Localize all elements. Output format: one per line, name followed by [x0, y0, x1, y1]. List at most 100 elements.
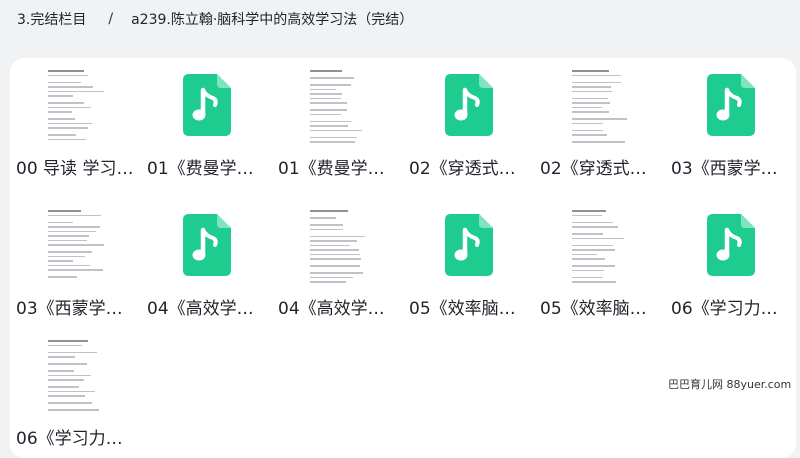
document-text-line	[47, 351, 97, 353]
document-thumbnail	[45, 338, 106, 416]
document-text-line	[47, 111, 72, 113]
file-thumbnail	[272, 198, 403, 286]
document-text-line	[47, 239, 87, 241]
document-text-line	[571, 249, 615, 251]
document-text-line	[47, 374, 91, 376]
breadcrumb-parent-link[interactable]: 3.完结栏目	[17, 9, 86, 29]
file-thumbnail	[141, 198, 272, 284]
file-name: 04《高效学…	[147, 299, 254, 319]
document-file-item[interactable]: 00 导读 学习…	[10, 58, 141, 188]
document-text-line	[309, 210, 348, 212]
document-text-line	[571, 244, 613, 246]
audio-file-item[interactable]: 01《费曼学…	[141, 58, 272, 188]
breadcrumb-separator: /	[108, 11, 114, 27]
document-text-line	[571, 265, 615, 267]
document-text-line	[571, 111, 609, 113]
audio-file-item[interactable]: 05《效率脑…	[403, 198, 534, 328]
document-text-line	[309, 244, 350, 246]
breadcrumb-current: a239.陈立翰·脑科学中的高效学习法（完结）	[131, 12, 414, 28]
document-text-line	[47, 226, 100, 228]
document-text-line	[571, 86, 611, 88]
file-thumbnail	[665, 198, 796, 284]
document-text-line	[47, 395, 85, 397]
audio-file-icon	[706, 74, 755, 136]
document-text-line	[309, 217, 336, 219]
document-file-item[interactable]: 01《费曼学…	[272, 58, 403, 188]
document-text-line	[47, 235, 89, 237]
audio-file-item[interactable]: 02《穿透式…	[403, 58, 534, 188]
document-text-line	[309, 136, 357, 138]
document-file-item[interactable]: 06《学习力…	[10, 328, 141, 458]
document-text-line	[47, 210, 81, 212]
audio-file-item[interactable]: 04《高效学…	[141, 198, 272, 328]
document-text-line	[571, 269, 604, 271]
document-text-line	[47, 90, 104, 92]
watermark-text: 巴巴育儿网 88yuer.com	[668, 378, 792, 391]
document-text-line	[47, 70, 84, 72]
document-text-line	[571, 102, 610, 104]
document-text-line	[571, 141, 625, 143]
document-text-line	[47, 230, 96, 232]
file-name: 02《穿透式…	[409, 159, 516, 179]
document-text-line	[309, 93, 342, 95]
document-text-line	[571, 281, 616, 283]
document-text-line	[309, 113, 341, 115]
document-file-item[interactable]: 02《穿透式…	[534, 58, 665, 188]
audio-file-icon	[182, 214, 231, 276]
document-text-line	[47, 122, 92, 124]
file-name: 06《学习力…	[16, 429, 123, 449]
document-text-line	[309, 70, 342, 72]
document-text-line	[571, 226, 618, 228]
document-text-line	[47, 244, 104, 246]
audio-file-item[interactable]: 06《学习力…	[665, 198, 796, 328]
document-text-line	[309, 125, 348, 127]
document-text-line	[47, 127, 88, 129]
file-thumbnail	[665, 58, 796, 144]
document-text-line	[571, 221, 613, 223]
document-file-item[interactable]: 05《效率脑…	[534, 198, 665, 328]
document-text-line	[309, 276, 353, 278]
document-text-line	[47, 379, 84, 381]
file-name: 01《费曼学…	[278, 159, 385, 179]
file-thumbnail	[10, 328, 141, 416]
document-text-line	[47, 255, 85, 257]
document-text-line	[309, 224, 343, 226]
file-thumbnail	[272, 58, 403, 146]
document-thumbnail	[307, 68, 368, 146]
document-text-line	[571, 276, 603, 278]
document-text-line	[571, 129, 603, 131]
document-text-line	[571, 122, 603, 124]
file-thumbnail	[403, 58, 534, 144]
document-text-line	[571, 258, 605, 260]
document-text-line	[47, 86, 93, 88]
document-text-line	[571, 74, 621, 76]
document-text-line	[47, 74, 88, 76]
document-text-line	[571, 210, 606, 212]
document-text-line	[571, 81, 621, 83]
audio-file-item[interactable]: 03《西蒙学…	[665, 58, 796, 188]
document-text-line	[47, 356, 75, 358]
document-text-line	[47, 251, 92, 253]
document-text-line	[309, 253, 360, 255]
document-thumbnail	[569, 208, 630, 286]
document-text-line	[47, 118, 75, 120]
document-text-line	[47, 340, 88, 342]
file-name: 00 导读 学习…	[16, 159, 134, 179]
document-text-line	[309, 129, 362, 131]
document-thumbnail	[307, 208, 368, 286]
document-text-line	[47, 276, 77, 278]
document-text-line	[47, 214, 101, 216]
document-file-item[interactable]: 04《高效学…	[272, 198, 403, 328]
document-text-line	[571, 97, 608, 99]
document-text-line	[309, 141, 355, 143]
file-name: 01《费曼学…	[147, 159, 254, 179]
breadcrumb: 3.完结栏目 / a239.陈立翰·脑科学中的高效学习法（完结）	[17, 8, 413, 30]
audio-file-icon	[706, 214, 755, 276]
document-text-line	[309, 102, 347, 104]
file-name: 06《学习力…	[671, 299, 778, 319]
document-text-line	[309, 120, 351, 122]
document-text-line	[309, 249, 359, 251]
document-file-item[interactable]: 03《西蒙学…	[10, 198, 141, 328]
file-thumbnail	[534, 198, 665, 286]
file-thumbnail	[10, 198, 141, 286]
